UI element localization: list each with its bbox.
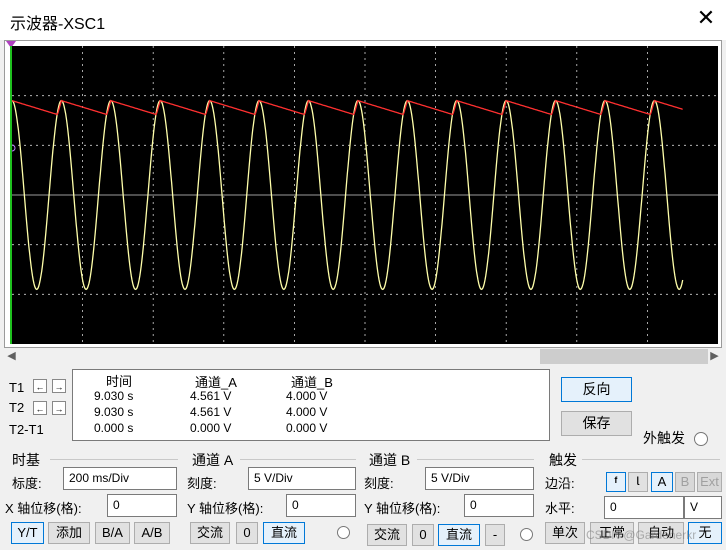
trigger-divider (582, 459, 720, 460)
timebase-xpos-input[interactable]: 0 (107, 494, 177, 517)
channel-b-ac-button[interactable]: 交流 (367, 524, 407, 546)
trigger-source-b-button[interactable]: B (675, 472, 695, 492)
channel-a-divider (240, 459, 356, 460)
trigger-level-label: 水平: (545, 501, 575, 516)
ba-mode-button[interactable]: B/A (95, 522, 130, 544)
scroll-thumb[interactable] (540, 349, 708, 364)
t2-right-button[interactable]: → (52, 401, 66, 415)
window-title: 示波器-XSC1 (10, 16, 106, 33)
readout-t1-b: 4.000 V (286, 389, 328, 403)
channel-b-ypos-input[interactable]: 0 (464, 494, 534, 517)
channel-b-dc-button[interactable]: 直流 (438, 524, 480, 546)
readout-t2-b: 4.000 V (286, 405, 328, 419)
channel-a-section-title: 通道 A (192, 452, 234, 468)
channel-b-zero-button[interactable]: 0 (412, 524, 434, 546)
yt-mode-button[interactable]: Y/T (11, 522, 44, 544)
cursor-readout: 时间 通道_A 通道_B 9.030 s 4.561 V 4.000 V 9.0… (72, 369, 550, 441)
t2-t1-label: T2-T1 (9, 422, 44, 437)
ab-mode-button[interactable]: A/B (134, 522, 170, 544)
trigger-edge-label: 边沿: (545, 476, 575, 491)
channel-b-scale-input[interactable]: 5 V/Div (425, 467, 534, 490)
timebase-scale-label: 标度: (12, 476, 42, 491)
t1-right-button[interactable]: → (52, 379, 66, 393)
close-button[interactable]: ✕ (694, 6, 718, 30)
timebase-divider (50, 459, 178, 460)
trigger-level-input[interactable]: 0 (604, 496, 684, 519)
readout-diff-time: 0.000 s (94, 421, 134, 435)
channel-b-section-title: 通道 B (369, 452, 411, 468)
t2-label: T2 (9, 400, 25, 415)
trigger-section-title: 触发 (549, 452, 577, 468)
trigger-single-button[interactable]: 单次 (545, 522, 585, 544)
t1-label: T1 (9, 380, 25, 395)
trigger-level-unit[interactable]: V (684, 496, 722, 519)
channel-a-ypos-label: Y 轴位移(格): (187, 501, 264, 516)
save-button[interactable]: 保存 (561, 411, 632, 436)
channel-b-invert-button[interactable]: - (485, 524, 505, 546)
readout-diff-a: 0.000 V (190, 421, 232, 435)
channel-b-radio[interactable] (520, 528, 533, 541)
channel-b-divider (417, 459, 534, 460)
channel-b-scale-label: 刻度: (364, 476, 394, 491)
readout-t1-a: 4.561 V (190, 389, 232, 403)
timebase-section-title: 时基 (12, 452, 40, 468)
ext-trigger-radio[interactable] (694, 432, 708, 446)
channel-a-radio[interactable] (337, 526, 350, 539)
channel-a-zero-button[interactable]: 0 (236, 522, 258, 544)
horizontal-scrollbar[interactable]: ◀ ▶ (4, 349, 722, 364)
timebase-scale-input[interactable]: 200 ms/Div (63, 467, 177, 490)
channel-a-ac-button[interactable]: 交流 (190, 522, 230, 544)
scroll-right-icon[interactable]: ▶ (707, 349, 722, 364)
channel-a-scale-label: 刻度: (187, 476, 217, 491)
readout-t2-time: 9.030 s (94, 405, 134, 419)
t2-left-button[interactable]: ← (33, 401, 47, 415)
watermark: CSDN @Gardenerkr (586, 528, 697, 542)
screen-left-border (10, 46, 12, 344)
title-bar (0, 0, 726, 40)
channel-a-scale-input[interactable]: 5 V/Div (248, 467, 356, 490)
readout-t2-a: 4.561 V (190, 405, 232, 419)
channel-b-ypos-label: Y 轴位移(格): (364, 501, 441, 516)
falling-edge-button[interactable]: ᶩ (628, 472, 648, 492)
scroll-track[interactable] (20, 349, 540, 364)
channel-a-ypos-input[interactable]: 0 (286, 494, 356, 517)
channel-a-dc-button[interactable]: 直流 (263, 522, 305, 544)
readout-header-time: 时间 (106, 374, 133, 389)
scroll-left-icon[interactable]: ◀ (4, 349, 19, 364)
trigger-source-a-button[interactable]: A (651, 472, 673, 492)
t1-left-button[interactable]: ← (33, 379, 47, 393)
reverse-button[interactable]: 反向 (561, 377, 632, 402)
rising-edge-button[interactable]: ᶠ (606, 472, 626, 492)
add-mode-button[interactable]: 添加 (48, 522, 90, 544)
scope-screen[interactable] (12, 46, 718, 344)
trigger-source-ext-button[interactable]: Ext (697, 472, 722, 492)
readout-diff-b: 0.000 V (286, 421, 328, 435)
readout-t1-time: 9.030 s (94, 389, 134, 403)
ext-trigger-label: 外触发 (643, 430, 685, 446)
timebase-xpos-label: X 轴位移(格): (5, 501, 82, 516)
